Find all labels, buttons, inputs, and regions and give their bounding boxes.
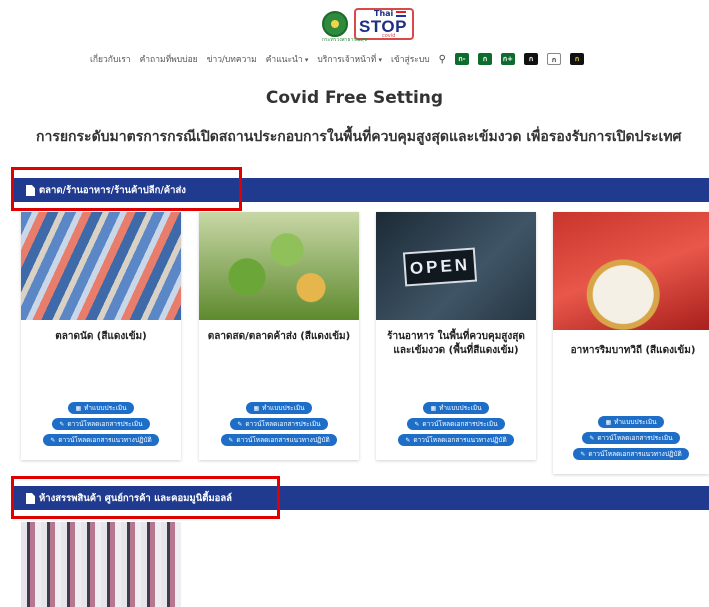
download-assessment-button[interactable]: ✎ ดาวน์โหลดเอกสารประเมิน bbox=[582, 432, 680, 444]
card-buttons: ▦ ทำแบบประเมิน ✎ ดาวน์โหลดเอกสารประเมิน ✎ ด… bbox=[553, 416, 709, 460]
font-decrease-toggle[interactable]: ก- bbox=[454, 53, 469, 65]
highlight-box bbox=[11, 167, 242, 211]
file-icon: ▦ bbox=[253, 404, 260, 412]
file-icon: ▦ bbox=[430, 404, 437, 412]
card-street-food[interactable]: อาหารริมบาทวิถี (สีแดงเข้ม) ▦ ทำแบบประเมิ… bbox=[553, 212, 709, 474]
link-icon: ✎ bbox=[414, 420, 420, 428]
card-buttons: ▦ ทำแบบประเมิน ✎ ดาวน์โหลดเอกสารประเมิน ✎ ด… bbox=[199, 402, 359, 446]
contrast-light-toggle[interactable]: ก bbox=[546, 53, 561, 65]
nav-item-faq[interactable]: คำถามที่พบบ่อย bbox=[140, 52, 198, 66]
card-title[interactable]: ร้านอาหาร ในพื้นที่ควบคุมสูงสุดและเข้มงว… bbox=[382, 330, 530, 358]
link-icon: ✎ bbox=[405, 436, 411, 444]
card-image[interactable] bbox=[553, 212, 709, 330]
link-icon: ✎ bbox=[50, 436, 56, 444]
link-icon: ✎ bbox=[59, 420, 65, 428]
card-department-store[interactable] bbox=[21, 522, 181, 607]
link-icon: ✎ bbox=[228, 436, 234, 444]
contrast-dark-toggle[interactable]: ก bbox=[523, 53, 538, 65]
assessment-button[interactable]: ▦ ทำแบบประเมิน bbox=[598, 416, 664, 428]
card-restaurant[interactable]: OPEN ร้านอาหาร ในพื้นที่ควบคุมสูงสุดและเ… bbox=[376, 212, 536, 460]
logo-covid-text: covid bbox=[382, 33, 396, 39]
highlight-box bbox=[11, 476, 280, 519]
download-guideline-button[interactable]: ✎ ดาวน์โหลดเอกสารแนวทางปฏิบัติ bbox=[573, 448, 689, 460]
card-fresh-market[interactable]: ตลาดสด/ตลาดค้าส่ง (สีแดงเข้ม) ▦ ทำแบบประเ… bbox=[199, 212, 359, 460]
nav-item-staff-services[interactable]: บริการเจ้าหน้าที่ bbox=[317, 52, 382, 66]
card-image[interactable] bbox=[199, 212, 359, 320]
download-assessment-button[interactable]: ✎ ดาวน์โหลดเอกสารประเมิน bbox=[407, 418, 505, 430]
card-title[interactable]: ตลาดสด/ตลาดค้าส่ง (สีแดงเข้ม) bbox=[205, 330, 353, 344]
contrast-yellow-toggle[interactable]: ก bbox=[569, 53, 584, 65]
card-image[interactable]: OPEN bbox=[376, 212, 536, 320]
card-image[interactable] bbox=[21, 522, 181, 607]
nav-item-about[interactable]: เกี่ยวกับเรา bbox=[90, 52, 131, 66]
link-icon: ✎ bbox=[589, 434, 595, 442]
font-normal-toggle[interactable]: ก bbox=[477, 53, 492, 65]
card-buttons: ▦ ทำแบบประเมิน ✎ ดาวน์โหลดเอกสารประเมิน ✎ ด… bbox=[21, 402, 181, 446]
assessment-button[interactable]: ▦ ทำแบบประเมิน bbox=[246, 402, 312, 414]
main-nav: เกี่ยวกับเรา คำถามที่พบบ่อย ข่าว/บทความ … bbox=[90, 52, 584, 66]
download-guideline-button[interactable]: ✎ ดาวน์โหลดเอกสารแนวทางปฏิบัติ bbox=[221, 434, 337, 446]
open-sign: OPEN bbox=[402, 247, 478, 287]
font-increase-toggle[interactable]: ก+ bbox=[500, 53, 515, 65]
site-header: Thai STOP covid กระทรวงสาธารณสุข เกี่ยวก… bbox=[0, 0, 709, 80]
file-icon: ▦ bbox=[605, 418, 612, 426]
page-title: Covid Free Setting bbox=[265, 88, 444, 108]
nav-item-login[interactable]: เข้าสู่ระบบ bbox=[391, 52, 430, 66]
page-subtitle: การยกระดับมาตรการกรณีเปิดสถานประกอบการใน… bbox=[36, 129, 682, 145]
assessment-button[interactable]: ▦ ทำแบบประเมิน bbox=[68, 402, 134, 414]
assessment-button[interactable]: ▦ ทำแบบประเมิน bbox=[423, 402, 489, 414]
card-image[interactable] bbox=[21, 212, 181, 320]
download-assessment-button[interactable]: ✎ ดาวน์โหลดเอกสารประเมิน bbox=[230, 418, 328, 430]
nav-item-advice[interactable]: คำแนะนำ bbox=[266, 52, 309, 66]
card-flea-market[interactable]: ตลาดนัด (สีแดงเข้ม) ▦ ทำแบบประเมิน ✎ ดาวน์… bbox=[21, 212, 181, 460]
search-icon[interactable]: ⚲ bbox=[439, 54, 446, 65]
moph-label: กระทรวงสาธารณสุข bbox=[322, 37, 368, 43]
card-title[interactable]: อาหารริมบาทวิถี (สีแดงเข้ม) bbox=[559, 344, 707, 358]
card-buttons: ▦ ทำแบบประเมิน ✎ ดาวน์โหลดเอกสารประเมิน ✎ ด… bbox=[376, 402, 536, 446]
file-icon: ▦ bbox=[75, 404, 82, 412]
moph-logo-icon[interactable] bbox=[322, 11, 348, 37]
link-icon: ✎ bbox=[580, 450, 586, 458]
card-title[interactable]: ตลาดนัด (สีแดงเข้ม) bbox=[27, 330, 175, 344]
download-assessment-button[interactable]: ✎ ดาวน์โหลดเอกสารประเมิน bbox=[52, 418, 150, 430]
download-guideline-button[interactable]: ✎ ดาวน์โหลดเอกสารแนวทางปฏิบัติ bbox=[398, 434, 514, 446]
nav-item-news[interactable]: ข่าว/บทความ bbox=[207, 52, 257, 66]
link-icon: ✎ bbox=[237, 420, 243, 428]
download-guideline-button[interactable]: ✎ ดาวน์โหลดเอกสารแนวทางปฏิบัติ bbox=[43, 434, 159, 446]
